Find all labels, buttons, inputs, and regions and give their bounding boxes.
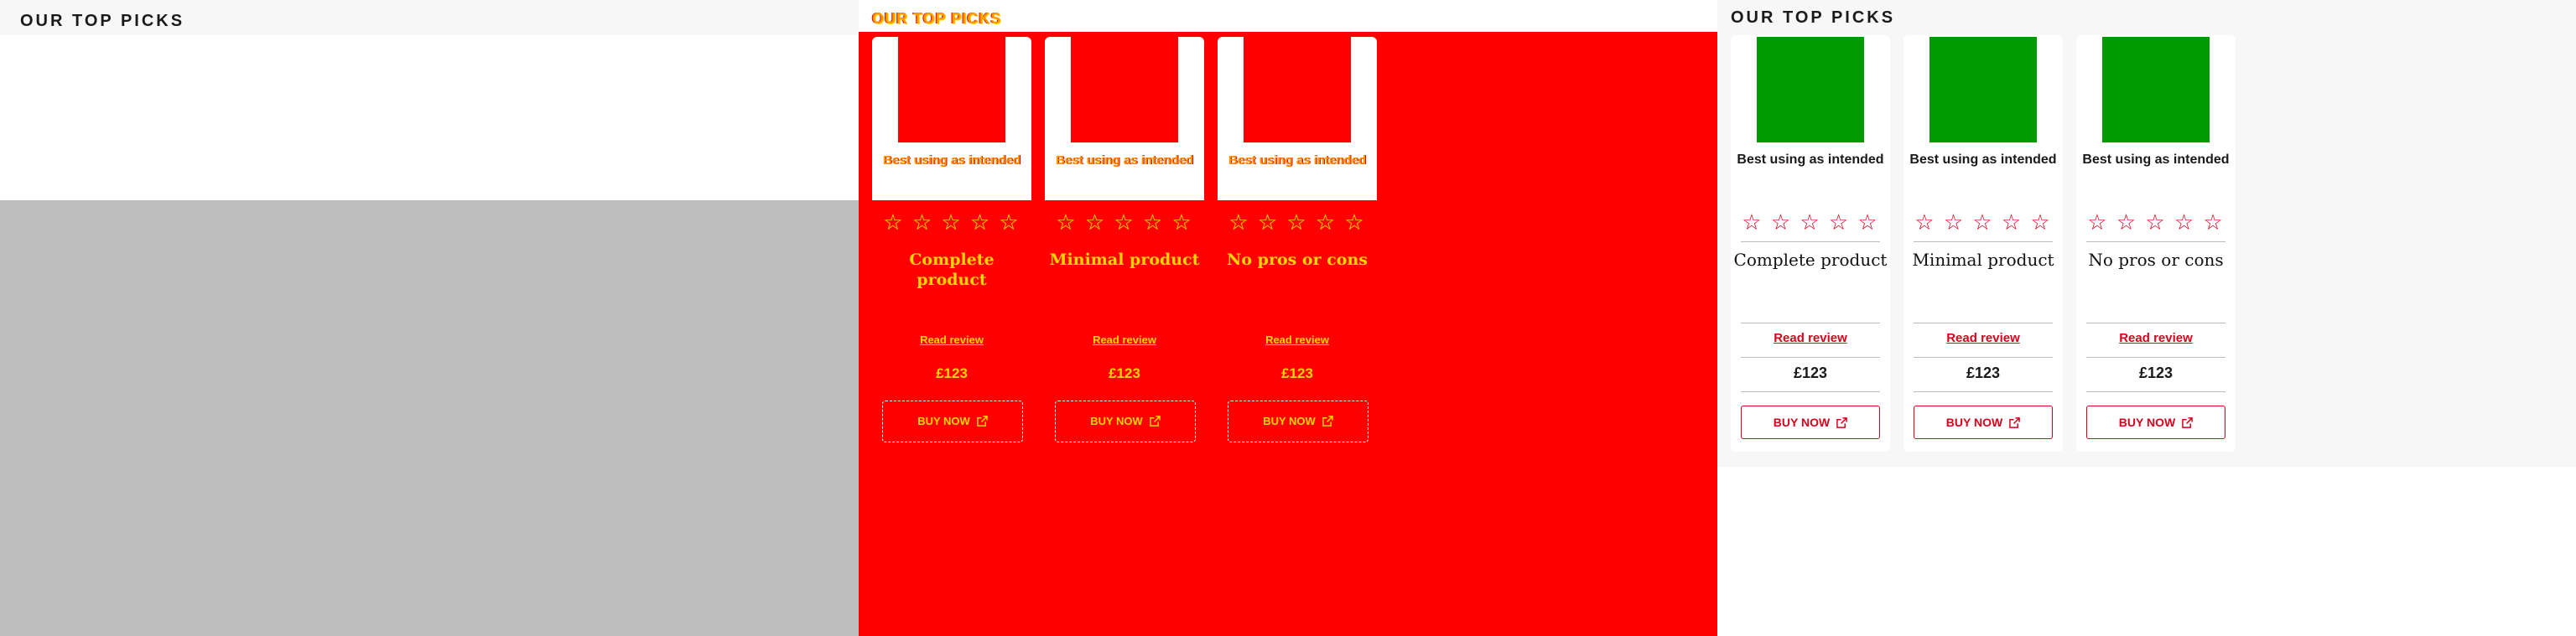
product-name: Minimal product [1049, 251, 1200, 269]
read-review-link[interactable]: Read review [872, 334, 1031, 346]
product-name: Minimal product [1912, 250, 2054, 270]
product-image [1757, 37, 1864, 142]
buy-now-button[interactable]: BUY NOW [1055, 401, 1196, 442]
product-price: £123 [1966, 365, 2001, 381]
panel-blank: OUR TOP PICKS [0, 0, 859, 636]
product-price: £123 [2138, 365, 2174, 381]
product-image [1244, 37, 1351, 142]
buy-now-label: BUY NOW [1263, 415, 1316, 427]
external-link-icon [2182, 417, 2194, 428]
star-rating: ☆ ☆ ☆ ☆ ☆ [1742, 209, 1879, 235]
product-image [2102, 37, 2210, 142]
panel-title: OUR TOP PICKS [872, 10, 1002, 27]
panel-title: OUR TOP PICKS [1731, 8, 1896, 27]
star-rating: ☆ ☆ ☆ ☆ ☆ [2087, 209, 2225, 235]
divider [2086, 391, 2225, 392]
divider [1914, 357, 2053, 358]
divider [2086, 241, 2225, 242]
read-review-link[interactable]: Read review [1045, 334, 1204, 346]
divider [1741, 241, 1880, 242]
external-link-icon [1149, 416, 1161, 427]
panel-title: OUR TOP PICKS [20, 12, 185, 30]
buy-now-label: BUY NOW [2118, 416, 2176, 429]
star-rating: ☆ ☆ ☆ ☆ ☆ [1228, 209, 1366, 235]
product-price: £123 [1109, 365, 1140, 381]
panel-placeholder: OUR TOP PICKS Best using as intended ☆ ☆… [859, 0, 1717, 636]
product-badge: Best using as intended [2082, 153, 2230, 167]
product-image [1071, 37, 1178, 142]
external-link-icon [1836, 417, 1848, 428]
buy-now-button[interactable]: BUY NOW [2086, 406, 2225, 439]
product-name: Complete product [1733, 250, 1888, 270]
product-name: No pros or cons [2088, 250, 2224, 270]
buy-now-button[interactable]: BUY NOW [1914, 406, 2053, 439]
product-image [898, 37, 1005, 142]
external-link-icon [2009, 417, 2021, 428]
buy-now-button[interactable]: BUY NOW [882, 401, 1023, 442]
external-link-icon [1322, 416, 1333, 427]
product-image [1929, 37, 2037, 142]
product-price: £123 [1281, 365, 1313, 381]
divider [1914, 391, 2053, 392]
star-rating: ☆ ☆ ☆ ☆ ☆ [1056, 209, 1193, 235]
buy-now-button[interactable]: BUY NOW [1741, 406, 1880, 439]
product-name: Complete product [909, 251, 995, 289]
buy-now-button[interactable]: BUY NOW [1228, 401, 1368, 442]
star-rating: ☆ ☆ ☆ ☆ ☆ [883, 209, 1021, 235]
divider [1914, 241, 2053, 242]
buy-now-label: BUY NOW [1090, 415, 1143, 427]
product-badge: Best using as intended [1909, 153, 2057, 167]
buy-now-label: BUY NOW [917, 415, 970, 427]
product-name: No pros or cons [1227, 251, 1368, 269]
read-review-link[interactable]: Read review [1731, 331, 1890, 345]
product-badge: Best using as intended [1228, 153, 1367, 168]
divider [2086, 357, 2225, 358]
read-review-link[interactable]: Read review [1903, 331, 2063, 345]
buy-now-label: BUY NOW [1773, 416, 1831, 429]
read-review-link[interactable]: Read review [2076, 331, 2236, 345]
product-price: £123 [1793, 365, 1828, 381]
panel-rendered: OUR TOP PICKS Best using as intended ☆ ☆… [1717, 0, 2576, 636]
buy-now-label: BUY NOW [1945, 416, 2003, 429]
product-price: £123 [936, 365, 968, 381]
product-badge: Best using as intended [1055, 153, 1194, 168]
external-link-icon [976, 416, 988, 427]
star-rating: ☆ ☆ ☆ ☆ ☆ [1914, 209, 2052, 235]
product-badge: Best using as intended [1737, 153, 1884, 167]
divider [1741, 391, 1880, 392]
read-review-link[interactable]: Read review [1218, 334, 1377, 346]
product-badge: Best using as intended [882, 153, 1021, 168]
divider [1741, 357, 1880, 358]
